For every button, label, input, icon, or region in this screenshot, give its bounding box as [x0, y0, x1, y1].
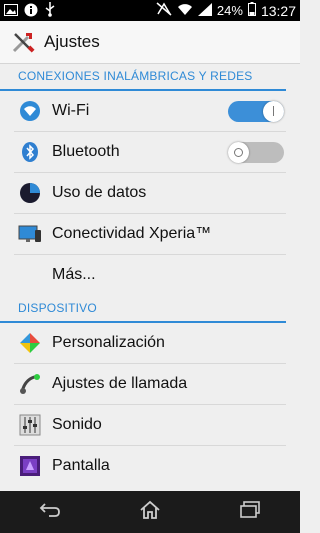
settings-item-label: Sonido: [52, 416, 102, 433]
data-usage-icon: [18, 181, 42, 205]
settings-item-data-usage[interactable]: Uso de datos: [14, 173, 286, 214]
back-button[interactable]: [30, 497, 70, 527]
settings-item-call-settings[interactable]: Ajustes de llamada: [14, 364, 286, 405]
settings-item-bluetooth[interactable]: Bluetooth: [14, 132, 286, 173]
settings-list: CONEXIONES INALÁMBRICAS Y REDES Wi-Fi Bl…: [0, 63, 300, 486]
home-button[interactable]: [130, 497, 170, 527]
home-icon: [139, 500, 161, 525]
status-bar-right: 24% 13:27: [156, 2, 296, 19]
section-header-wireless: CONEXIONES INALÁMBRICAS Y REDES: [0, 63, 286, 91]
settings-item-label: Más...: [52, 266, 96, 283]
toggle-knob[interactable]: [263, 101, 284, 122]
status-time: 13:27: [260, 2, 296, 19]
settings-item-more[interactable]: Más...: [14, 255, 286, 295]
page-title: Ajustes: [44, 32, 100, 51]
usb-icon: [44, 2, 56, 22]
nfc-off-icon: [156, 2, 172, 19]
settings-item-display[interactable]: Pantalla: [14, 446, 286, 486]
settings-item-label: Uso de datos: [52, 184, 147, 201]
image-icon: [4, 3, 18, 21]
signal-icon: [197, 2, 212, 19]
bluetooth-toggle[interactable]: [228, 142, 284, 163]
settings-item-personalization[interactable]: Personalización: [14, 323, 286, 364]
display-icon: [18, 454, 42, 478]
phone-icon: [18, 372, 42, 396]
battery-percent: 24%: [216, 3, 243, 18]
section-header-device: DISPOSITIVO: [0, 295, 286, 323]
navigation-bar: [0, 491, 300, 533]
settings-item-xperia-connectivity[interactable]: Conectividad Xperia™: [14, 214, 286, 255]
settings-item-label: Bluetooth: [52, 143, 120, 160]
recents-icon: [239, 500, 261, 524]
toggle-knob[interactable]: [228, 142, 249, 163]
tools-icon[interactable]: [10, 29, 36, 55]
bluetooth-icon: [18, 140, 42, 164]
settings-item-wifi[interactable]: Wi-Fi: [14, 91, 286, 132]
settings-item-label: Ajustes de llamada: [52, 375, 188, 392]
status-bar: 24% 13:27: [0, 0, 300, 21]
battery-icon: [247, 2, 256, 19]
status-bar-left: [4, 2, 56, 22]
recents-button[interactable]: [230, 497, 270, 527]
settings-item-label: Conectividad Xperia™: [52, 225, 212, 242]
settings-item-sound[interactable]: Sonido: [14, 405, 286, 446]
wifi-icon: [18, 99, 42, 123]
back-icon: [39, 502, 61, 523]
action-bar: Ajustes: [0, 21, 300, 64]
settings-item-label: Pantalla: [52, 457, 110, 474]
settings-item-label: Wi-Fi: [52, 102, 90, 119]
wifi-toggle[interactable]: [228, 101, 284, 122]
settings-item-label: Personalización: [52, 334, 165, 351]
equalizer-icon: [18, 413, 42, 437]
xperia-connectivity-icon: [18, 222, 42, 246]
wifi-icon: [177, 3, 193, 19]
info-icon: [24, 3, 38, 22]
personalization-icon: [18, 331, 42, 355]
